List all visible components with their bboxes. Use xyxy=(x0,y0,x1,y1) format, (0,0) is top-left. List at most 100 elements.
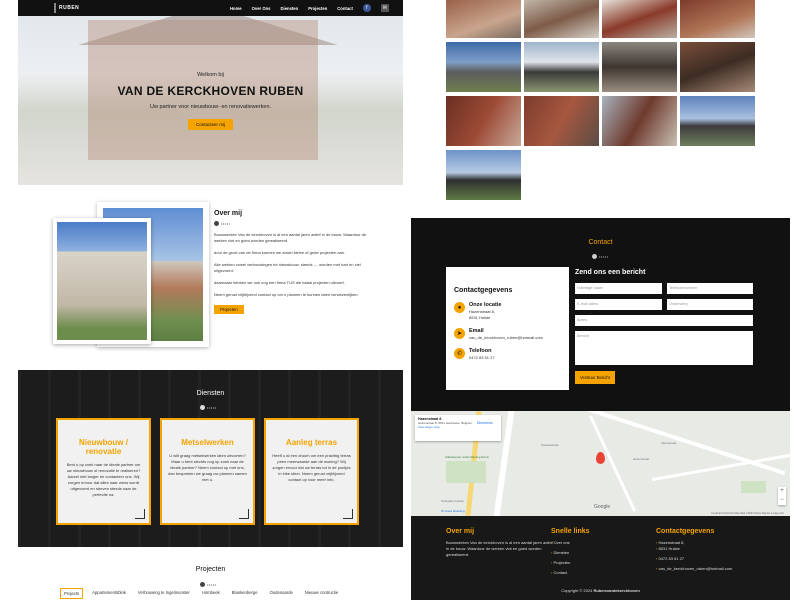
divider-icon xyxy=(200,405,205,410)
corner-bracket-icon xyxy=(239,509,249,519)
services-section: Diensten ••••• Nieuwbouw / renovatie Ben… xyxy=(18,370,403,547)
contact-me-button[interactable]: Contacteer mij xyxy=(187,119,233,130)
services-title: Diensten xyxy=(196,390,225,397)
footer-contact-title: Contactgegevens xyxy=(656,528,715,535)
tab-ingelmunster[interactable]: Verbouwing te Ingelmunster xyxy=(135,588,193,599)
gallery-photo[interactable] xyxy=(524,0,599,38)
tab-hombeek[interactable]: Hombeek xyxy=(199,588,223,599)
projects-title: Projecten xyxy=(195,566,226,573)
form-title: Zend ons een bericht xyxy=(575,269,646,276)
nav-contact[interactable]: Contact xyxy=(337,6,353,11)
map-pin-icon[interactable] xyxy=(596,452,605,464)
contact-title: Contact xyxy=(588,239,613,246)
location-label: Onze locatie xyxy=(469,302,502,308)
map-zoom-control[interactable]: + − xyxy=(778,487,786,505)
projects-button[interactable]: Projecten xyxy=(214,305,244,314)
hero-title: VAN DE KERCKHOVEN RUBEN xyxy=(117,84,304,98)
tab-oudenaarde[interactable]: Oudenaarde xyxy=(267,588,296,599)
footer-contact: Contactgegevens Hazenstraat 8, 8531 Huls… xyxy=(656,528,732,571)
phone-field[interactable]: Telefoonnummer xyxy=(667,283,753,294)
map-place-card: Hazenstraat 8 Hazenstraat 8, 8531 Harelb… xyxy=(415,415,501,441)
message-field[interactable]: Bericht xyxy=(575,331,753,365)
tab-projects[interactable]: Projects xyxy=(60,588,84,599)
gallery-photo[interactable] xyxy=(524,96,599,146)
map-label: Hazenstraat xyxy=(633,457,650,461)
email-label: Email xyxy=(469,328,484,334)
map-embed[interactable]: Hazenstraat 8 Hazenstraat 8, 8531 Harelb… xyxy=(411,411,790,516)
address-line: 8531 Hulste xyxy=(469,315,491,320)
gallery-photo[interactable] xyxy=(446,0,521,38)
nav-diensten[interactable]: Diensten xyxy=(281,6,299,11)
nav-over-ons[interactable]: Over Ons xyxy=(252,6,271,11)
footer-link-diensten[interactable]: Diensten xyxy=(551,550,590,555)
tab-nieuwe-constructie[interactable]: Nieuwe contructie xyxy=(302,588,341,599)
footer-phone[interactable]: 0472 83 51 27 xyxy=(656,556,732,561)
email-value[interactable]: van_de_kerckhoven_ruben@hotmail.com xyxy=(469,335,543,340)
footer-about: Over mij Bouwwerken Van de kerckhoven is… xyxy=(446,528,556,558)
hero-content: Welkom bij VAN DE KERCKHOVEN RUBEN Uw pa… xyxy=(18,72,403,131)
tab-appartementsblok[interactable]: Appartementsblok xyxy=(89,588,129,599)
site-footer: Over mij Bouwwerken Van de kerckhoven is… xyxy=(411,516,790,600)
divider-icon xyxy=(214,221,219,226)
gallery-photo[interactable] xyxy=(446,96,521,146)
service-card-title: Metselwerken xyxy=(181,438,234,447)
divider-dots: ••••• xyxy=(599,254,609,259)
gallery-photo[interactable] xyxy=(446,42,521,92)
subject-field[interactable]: Onderwerp xyxy=(667,299,753,310)
service-card-text: U wilt graag metselwerken laten uitvoere… xyxy=(168,453,247,482)
copyright: Copyright © 2024 Rubenvandekerckhoven xyxy=(411,588,790,593)
gallery-photo[interactable] xyxy=(680,96,755,146)
phone-value[interactable]: 0472 83 51 27 xyxy=(469,355,495,360)
corner-bracket-icon xyxy=(343,509,353,519)
site-logo[interactable]: RUBEN xyxy=(18,0,79,16)
map-park xyxy=(741,481,766,493)
about-paragraph: Neem gerust vrijblijvend contact op om u… xyxy=(214,292,359,297)
projects-divider: ••••• xyxy=(200,582,217,587)
hero-welcome: Welkom bij xyxy=(197,72,224,78)
gallery-photo[interactable] xyxy=(680,42,755,92)
address-field[interactable]: Adres xyxy=(575,315,753,326)
map-label: Kasteelstraat xyxy=(541,443,559,447)
service-card-terras[interactable]: Aanleg terras Heeft u al een droom om ee… xyxy=(264,418,359,525)
nav-home[interactable]: Home xyxy=(230,6,242,11)
about-inset-frame xyxy=(53,218,151,344)
gallery-photo[interactable] xyxy=(524,42,599,92)
copyright-prefix: Copyright © 2024 xyxy=(561,588,594,593)
tab-blankenberge[interactable]: Blankenberge xyxy=(229,588,261,599)
email-field[interactable]: E-mail adres xyxy=(575,299,662,310)
contact-phone: ✆ Telefoon 0472 83 51 27 xyxy=(454,348,561,360)
map-label: Stringlaan Hulste xyxy=(441,499,464,503)
logo-text: RUBEN xyxy=(59,5,80,11)
footer-email[interactable]: van_de_kerckhoven_ruben@hotmail.com xyxy=(656,566,732,571)
address-line: Hazenstraat 8, xyxy=(469,309,496,314)
map-directions-link[interactable]: Directions xyxy=(477,421,493,425)
copyright-brand: Rubenvandekerckhoven xyxy=(593,588,640,593)
map-park xyxy=(446,461,486,483)
service-card-nieuwbouw[interactable]: Nieuwbouw / renovatie Bent u op zoek naa… xyxy=(56,418,151,525)
service-card-title: Aanleg terras xyxy=(285,438,338,447)
contact-divider: ••••• xyxy=(592,254,609,259)
map-label: W Goed afsluiting xyxy=(441,509,465,513)
footer-link-over-ons[interactable]: Over ons xyxy=(551,540,590,545)
facebook-icon[interactable]: f xyxy=(362,4,371,12)
gallery-photo[interactable] xyxy=(602,42,677,92)
gallery-photo[interactable] xyxy=(602,96,677,146)
project-filter-tabs: Projects Appartementsblok Verbouwing te … xyxy=(60,588,341,599)
service-card-metselwerken[interactable]: Metselwerken U wilt graag metselwerken l… xyxy=(160,418,255,525)
footer-link-projecten[interactable]: Projecten xyxy=(551,560,590,565)
footer-link-contact[interactable]: Contact xyxy=(551,570,590,575)
about-paragraph: door de groei van de firma kunnen we zow… xyxy=(214,250,346,255)
gallery-photo[interactable] xyxy=(602,0,677,38)
map-larger-link[interactable]: View larger map xyxy=(418,425,498,429)
nav-projecten[interactable]: Projecten xyxy=(308,6,327,11)
nav-links: Home Over Ons Diensten Projecten Contact… xyxy=(230,0,389,16)
gallery-photo[interactable] xyxy=(446,150,521,200)
divider-dots: ••••• xyxy=(207,582,217,587)
contact-form: Zend ons een bericht Volledige naam Tele… xyxy=(575,269,755,384)
service-card-text: Bent u op zoek naar de ideale partner om… xyxy=(66,462,141,497)
name-field[interactable]: Volledige naam xyxy=(575,283,662,294)
send-message-button[interactable]: Verstuur Bericht xyxy=(575,371,615,384)
mail-icon[interactable]: ✉ xyxy=(380,4,389,12)
about-title: Over mij xyxy=(214,210,243,217)
gallery-photo[interactable] xyxy=(680,0,755,38)
